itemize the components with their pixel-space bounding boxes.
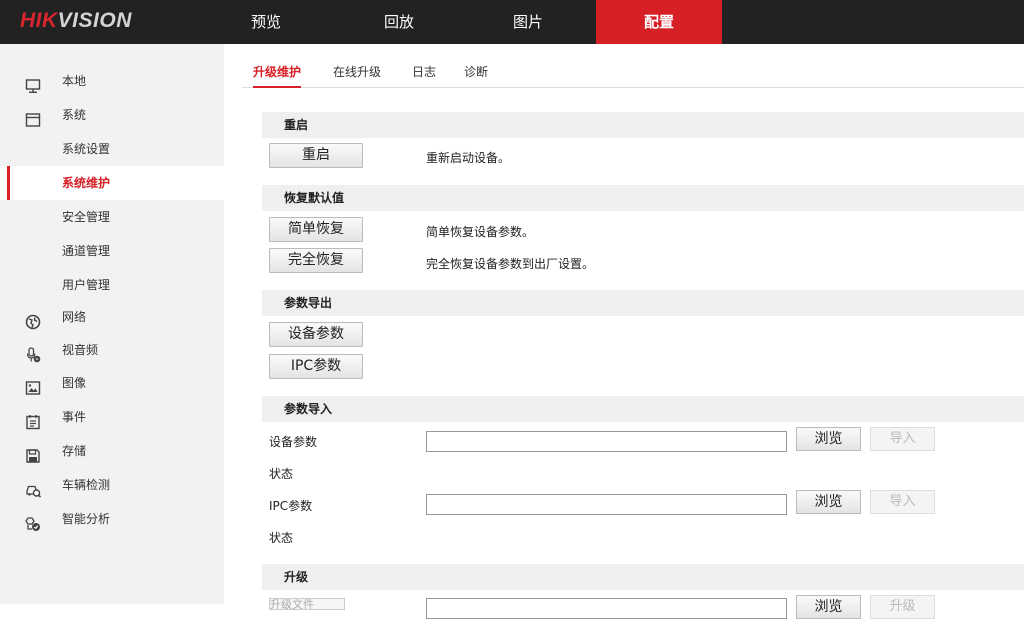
sidebar-item-system-maintenance[interactable]: 系统维护: [0, 166, 224, 200]
import-device-browse-button[interactable]: 浏览: [796, 427, 861, 451]
hikvision-logo: HIKVISION: [20, 9, 132, 32]
sidebar-item-label: 安全管理: [62, 210, 111, 224]
sidebar-item-audio-video[interactable]: 视音频: [0, 333, 224, 367]
tab-diagnosis[interactable]: 诊断: [464, 58, 488, 88]
sidebar-item-label: 车辆检测: [62, 478, 111, 492]
sidebar: 本地 系统 系统设置 系统维护 安全管理 通道管理 用户管理 网络 视音频 图像: [0, 44, 224, 604]
sidebar-item-channel-management[interactable]: 通道管理: [0, 234, 224, 268]
import-ipc-status-label: 状态: [269, 531, 294, 545]
sidebar-item-label: 通道管理: [62, 244, 111, 258]
upgrade-browse-button[interactable]: 浏览: [796, 595, 861, 619]
import-ipc-params-label: IPC参数: [269, 499, 313, 513]
sidebar-item-user-management[interactable]: 用户管理: [0, 268, 224, 302]
sidebar-item-label: 系统设置: [62, 142, 111, 156]
sidebar-item-event[interactable]: 事件: [0, 400, 224, 434]
simple-restore-description: 简单恢复设备参数。: [426, 225, 535, 239]
image-icon: [25, 375, 41, 395]
import-device-import-button[interactable]: 导入: [870, 427, 935, 451]
upgrade-button[interactable]: 升级: [870, 595, 935, 619]
nav-preview[interactable]: 预览: [236, 0, 296, 44]
upgrade-file-type-select[interactable]: 升级文件: [269, 598, 345, 610]
export-device-params-button[interactable]: 设备参数: [269, 322, 363, 347]
sidebar-item-label: 用户管理: [62, 278, 111, 292]
mic-icon: [25, 342, 41, 363]
reboot-button[interactable]: 重启: [269, 143, 363, 168]
import-ipc-import-button[interactable]: 导入: [870, 490, 935, 514]
car-search-icon: [25, 477, 42, 498]
import-ipc-file-input[interactable]: [426, 494, 787, 515]
sidebar-item-system[interactable]: 系统: [0, 98, 224, 132]
section-header-restore: 恢复默认值: [262, 185, 1024, 211]
sidebar-item-security-management[interactable]: 安全管理: [0, 200, 224, 234]
sidebar-item-image[interactable]: 图像: [0, 366, 224, 400]
import-ipc-browse-button[interactable]: 浏览: [796, 490, 861, 514]
sidebar-item-local[interactable]: 本地: [0, 64, 224, 98]
sub-tabs: 升级维护 在线升级 日志 诊断: [242, 58, 1024, 88]
reboot-description: 重新启动设备。: [426, 151, 511, 165]
sidebar-item-label: 本地: [62, 74, 87, 88]
section-header-reboot: 重启: [262, 112, 1024, 138]
nav-playback[interactable]: 回放: [369, 0, 429, 44]
sidebar-item-label: 事件: [62, 410, 87, 424]
sidebar-item-network[interactable]: 网络: [0, 300, 224, 334]
full-restore-description: 完全恢复设备参数到出厂设置。: [426, 257, 595, 271]
sidebar-item-smart-analysis[interactable]: 智能分析: [0, 502, 224, 536]
sidebar-item-system-settings[interactable]: 系统设置: [0, 132, 224, 166]
tab-online-upgrade[interactable]: 在线升级: [333, 58, 381, 88]
section-header-export: 参数导出: [262, 290, 1024, 316]
nav-picture[interactable]: 图片: [498, 0, 558, 44]
section-header-import: 参数导入: [262, 396, 1024, 422]
calendar-icon: [25, 409, 41, 430]
save-icon: [25, 443, 41, 463]
import-device-file-input[interactable]: [426, 431, 787, 452]
sidebar-item-vehicle-detection[interactable]: 车辆检测: [0, 468, 224, 502]
import-device-status-label: 状态: [269, 467, 294, 481]
sidebar-item-label: 视音频: [62, 343, 99, 357]
sidebar-item-label: 网络: [62, 310, 87, 324]
export-ipc-params-button[interactable]: IPC参数: [269, 354, 363, 379]
window-icon: [25, 107, 41, 127]
import-device-params-label: 设备参数: [269, 435, 318, 449]
tab-log[interactable]: 日志: [412, 58, 436, 88]
upgrade-file-input[interactable]: [426, 598, 787, 619]
simple-restore-button[interactable]: 简单恢复: [269, 217, 363, 242]
monitor-icon: [25, 73, 41, 94]
globe-icon: [25, 309, 41, 330]
smart-analysis-icon: [25, 511, 41, 531]
sidebar-item-label: 系统: [62, 108, 87, 122]
tab-upgrade-maintenance[interactable]: 升级维护: [253, 58, 302, 88]
top-navigation-bar: HIKVISION 预览 回放 图片 配置: [0, 0, 1024, 44]
nav-configuration[interactable]: 配置: [596, 0, 722, 44]
full-restore-button[interactable]: 完全恢复: [269, 248, 363, 273]
sidebar-item-label: 系统维护: [62, 176, 111, 190]
sidebar-item-storage[interactable]: 存储: [0, 434, 224, 468]
sidebar-item-label: 存储: [62, 444, 87, 458]
sidebar-item-label: 图像: [62, 376, 87, 390]
section-header-upgrade: 升级: [262, 564, 1024, 590]
sidebar-item-label: 智能分析: [62, 512, 111, 526]
